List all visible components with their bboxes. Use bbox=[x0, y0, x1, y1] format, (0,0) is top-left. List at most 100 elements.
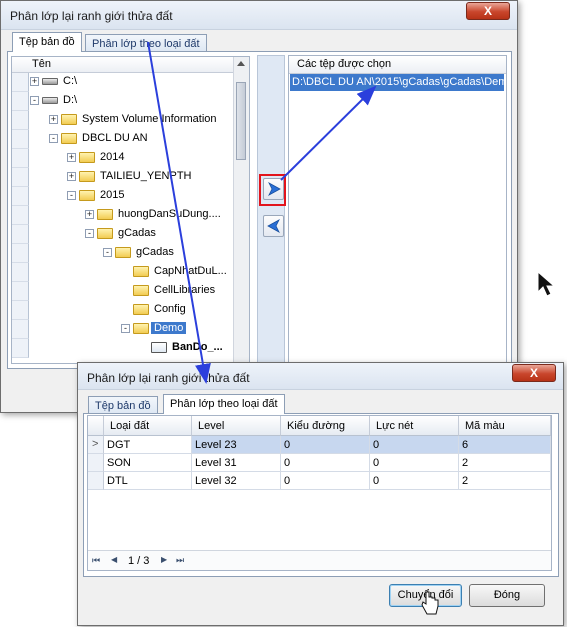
scroll-thumb[interactable] bbox=[236, 82, 246, 160]
table-cell[interactable]: DGT bbox=[104, 436, 192, 454]
collapse-icon[interactable]: - bbox=[121, 324, 130, 333]
tree-row-selector bbox=[12, 149, 29, 168]
table-cell[interactable]: Level 31 bbox=[192, 454, 281, 472]
tab-map-files[interactable]: Tệp bản đồ bbox=[88, 396, 158, 414]
table-cell-value: Level 32 bbox=[195, 475, 237, 487]
grid-column-header-label: Level bbox=[198, 420, 225, 432]
tab-classify-by-land-type[interactable]: Phân lớp theo loại đất bbox=[85, 34, 207, 52]
folder-icon bbox=[133, 285, 149, 296]
tree-row-selector bbox=[12, 244, 29, 263]
selected-files-list[interactable]: Các tệp được chọn D:\DBCL DU AN\2015\gCa… bbox=[288, 55, 507, 365]
tree-node-label: System Volume Information bbox=[82, 113, 217, 125]
mouse-cursor-icon bbox=[537, 270, 556, 297]
tree-row-selector bbox=[12, 111, 29, 130]
tab-map-files[interactable]: Tệp bản đồ bbox=[12, 32, 82, 52]
table-cell[interactable]: 0 bbox=[281, 472, 370, 490]
tree-node-label: huongDanSuDung.... bbox=[118, 208, 221, 220]
folder-icon bbox=[133, 304, 149, 315]
land-type-grid[interactable]: Loại đất Level Kiểu đường Lực nét Mã màu > DG… bbox=[87, 415, 552, 571]
grid-column-header[interactable]: Lực nét bbox=[370, 416, 459, 436]
main-dialog-tabs: Tệp bản đồ Phân lớp theo loại đất bbox=[12, 32, 312, 52]
folder-icon bbox=[133, 266, 149, 277]
table-cell-value: 0 bbox=[284, 457, 291, 469]
table-cell[interactable]: SON bbox=[104, 454, 192, 472]
collapse-icon[interactable]: - bbox=[49, 134, 58, 143]
remove-file-button[interactable] bbox=[263, 215, 284, 237]
current-row-marker-icon: > bbox=[92, 438, 99, 450]
close-button[interactable]: X bbox=[466, 2, 510, 20]
pager-last-button[interactable]: ⏭ bbox=[176, 555, 184, 566]
pager-next-button[interactable]: ▶ bbox=[161, 555, 167, 564]
table-cell-value: 6 bbox=[462, 439, 469, 451]
pager-prev-button[interactable]: ◀ bbox=[111, 555, 117, 564]
tree-scrollbar[interactable] bbox=[233, 57, 249, 363]
close-dialog-button[interactable]: Đóng bbox=[469, 584, 545, 607]
scroll-up-icon[interactable] bbox=[237, 61, 245, 66]
table-cell[interactable]: 6 bbox=[459, 436, 551, 454]
grid-column-header[interactable]: Kiểu đường bbox=[281, 416, 370, 436]
expand-icon[interactable]: + bbox=[49, 115, 58, 124]
folder-icon bbox=[61, 133, 77, 144]
grid-row-selector[interactable]: > bbox=[88, 436, 104, 454]
selected-file-item[interactable]: D:\DBCL DU AN\2015\gCadas\gCadas\Demo bbox=[290, 74, 504, 91]
table-cell[interactable]: 2 bbox=[459, 472, 551, 490]
map-file-icon bbox=[151, 342, 167, 353]
collapse-icon[interactable]: - bbox=[30, 96, 39, 105]
transfer-button-column bbox=[257, 55, 285, 365]
table-cell-value: Level 31 bbox=[195, 457, 237, 469]
main-dialog: Phân lớp lại ranh giới thửa đất X Tệp bả… bbox=[0, 0, 518, 413]
folder-tree[interactable]: Tên + C:\ - D:\ + System Volume Information - D… bbox=[11, 56, 250, 364]
grid-column-header[interactable]: Loại đất bbox=[104, 416, 192, 436]
grid-column-header[interactable]: Mã màu bbox=[459, 416, 551, 436]
table-cell[interactable]: Level 23 bbox=[192, 436, 281, 454]
tree-node-label: 2015 bbox=[100, 189, 125, 201]
expand-icon[interactable]: + bbox=[67, 172, 76, 181]
table-cell[interactable]: Level 32 bbox=[192, 472, 281, 490]
main-dialog-titlebar[interactable]: Phân lớp lại ranh giới thửa đất X bbox=[1, 1, 517, 30]
table-cell-value: 0 bbox=[284, 439, 291, 451]
expand-icon[interactable]: + bbox=[30, 77, 39, 86]
expand-icon[interactable]: + bbox=[67, 153, 76, 162]
grid-row-selector[interactable] bbox=[88, 454, 104, 472]
selected-files-header-label: Các tệp được chọn bbox=[297, 58, 392, 70]
collapse-icon[interactable]: - bbox=[103, 248, 112, 257]
folder-icon bbox=[79, 171, 95, 182]
table-cell[interactable]: DTL bbox=[104, 472, 192, 490]
convert-button[interactable]: Chuyển đổi bbox=[389, 584, 462, 607]
table-cell[interactable]: 2 bbox=[459, 454, 551, 472]
folder-icon bbox=[79, 152, 95, 163]
folder-icon bbox=[115, 247, 131, 258]
selected-file-path: D:\DBCL DU AN\2015\gCadas\gCadas\Demo bbox=[292, 76, 504, 88]
tree-row-selector bbox=[12, 320, 29, 339]
collapse-icon[interactable]: - bbox=[67, 191, 76, 200]
highlight-box bbox=[259, 174, 286, 206]
folder-icon bbox=[133, 323, 149, 334]
grid-pager: ⏮ ◀ 1 / 3 ▶ ⏭ bbox=[88, 550, 551, 570]
close-button[interactable]: X bbox=[512, 364, 556, 382]
tab-classify-by-land-type[interactable]: Phân lớp theo loại đất bbox=[163, 394, 285, 414]
folder-icon bbox=[61, 114, 77, 125]
table-cell-value: 2 bbox=[462, 475, 469, 487]
pager-first-button[interactable]: ⏮ bbox=[92, 555, 100, 566]
table-cell[interactable]: 0 bbox=[281, 454, 370, 472]
table-cell-value: 0 bbox=[284, 475, 291, 487]
drive-icon bbox=[42, 78, 58, 85]
table-cell-value: 0 bbox=[373, 439, 380, 451]
collapse-icon[interactable]: - bbox=[85, 229, 94, 238]
table-cell[interactable]: 0 bbox=[370, 454, 459, 472]
grid-row-selector[interactable] bbox=[88, 472, 104, 490]
table-cell[interactable]: 0 bbox=[370, 436, 459, 454]
folder-icon bbox=[79, 190, 95, 201]
main-dialog-title: Phân lớp lại ranh giới thửa đất bbox=[10, 9, 173, 23]
grid-column-header[interactable]: Level bbox=[192, 416, 281, 436]
expand-icon[interactable]: + bbox=[85, 210, 94, 219]
table-cell[interactable]: 0 bbox=[281, 436, 370, 454]
tree-row-selector bbox=[12, 282, 29, 301]
drive-icon bbox=[42, 97, 58, 104]
table-cell[interactable]: 0 bbox=[370, 472, 459, 490]
tree-row-selector bbox=[12, 168, 29, 187]
secondary-dialog-titlebar[interactable]: Phân lớp lại ranh giới thửa đất X bbox=[78, 363, 563, 390]
grid-column-header-label: Loại đất bbox=[110, 420, 150, 432]
tree-row-selector bbox=[12, 130, 29, 149]
table-cell-value: 0 bbox=[373, 457, 380, 469]
